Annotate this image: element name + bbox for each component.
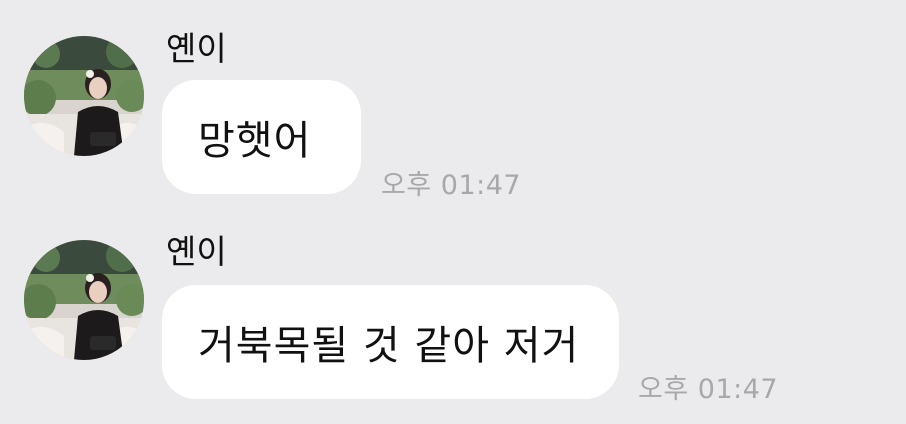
message-timestamp: 오후 01:47 — [638, 374, 779, 405]
avatar[interactable] — [24, 240, 144, 360]
message-text: 거북목될 것 같아 저거 — [198, 323, 580, 369]
avatar-photo — [24, 240, 144, 360]
sender-name: 옌이 — [166, 232, 227, 271]
message-bubble[interactable]: 거북목될 것 같아 저거 — [162, 285, 619, 399]
chat-message: 옌이 거북목될 것 같아 저거 오후 01:47 — [0, 0, 906, 424]
